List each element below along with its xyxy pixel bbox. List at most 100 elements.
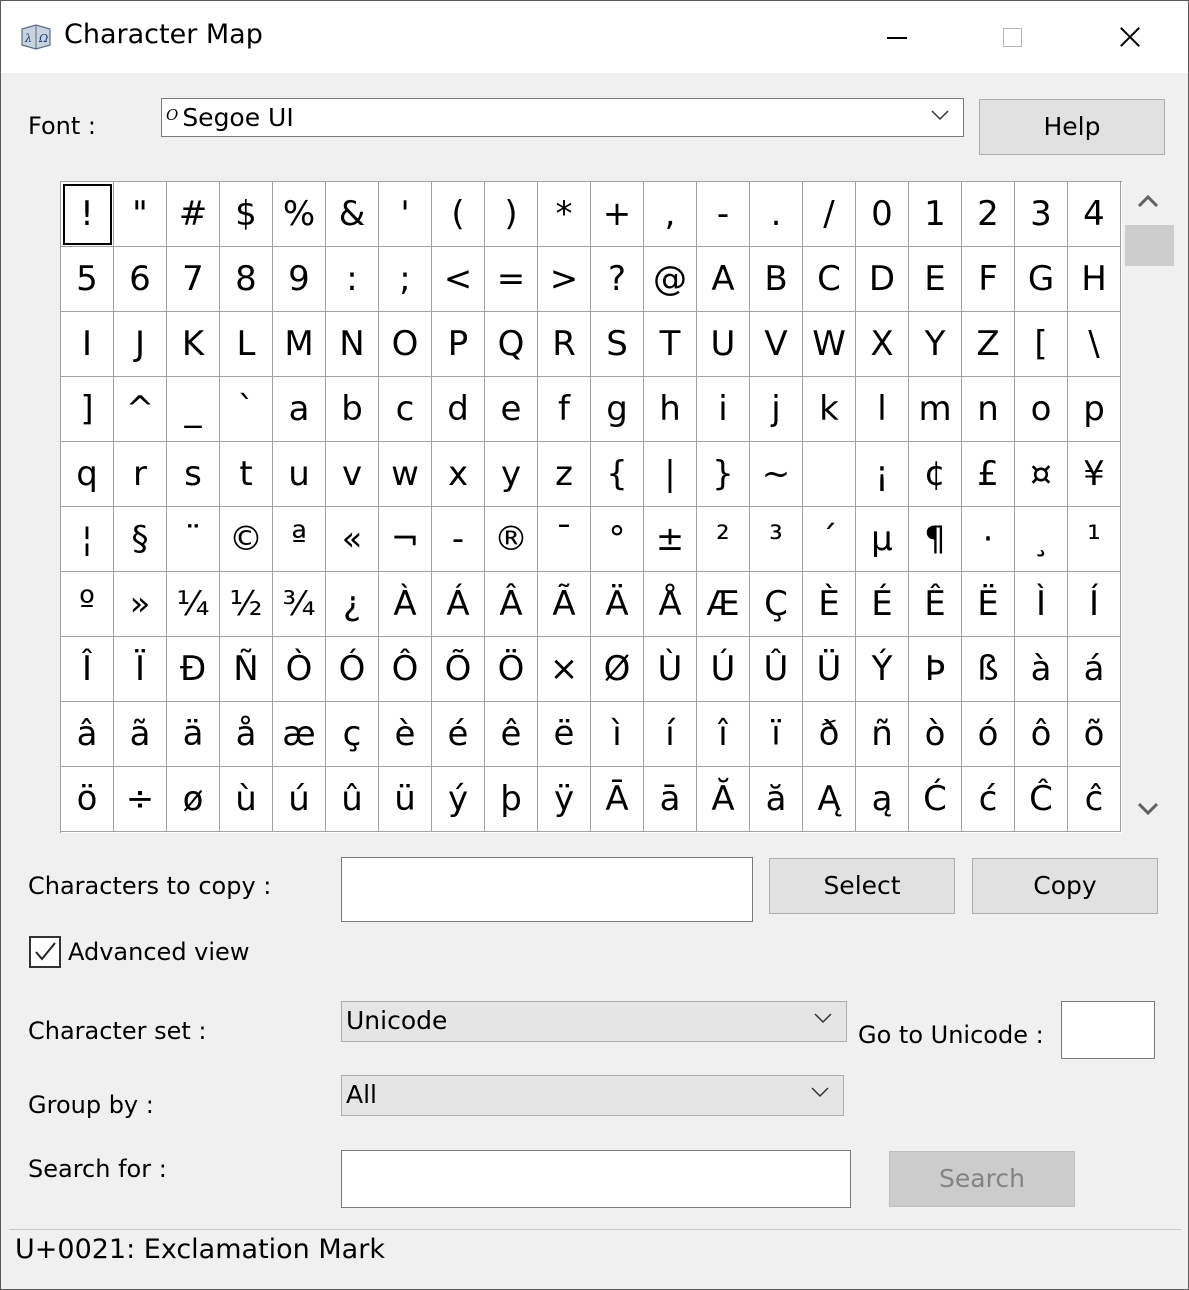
char-cell[interactable]: Ñ (220, 637, 273, 702)
char-cell[interactable]: L (220, 312, 273, 377)
char-cell[interactable]: ± (644, 507, 697, 572)
char-cell[interactable]: _ (167, 377, 220, 442)
char-cell[interactable]: ā (644, 767, 697, 832)
char-cell[interactable]: T (644, 312, 697, 377)
search-input[interactable] (341, 1150, 851, 1208)
char-cell[interactable]: á (1068, 637, 1121, 702)
char-cell[interactable]: ] (61, 377, 114, 442)
scroll-down-arrow-icon[interactable] (1136, 801, 1160, 817)
char-cell[interactable]: y (485, 442, 538, 507)
char-cell[interactable]: : (326, 247, 379, 312)
char-cell[interactable]: ą (856, 767, 909, 832)
char-cell[interactable]: Ý (856, 637, 909, 702)
char-cell[interactable]: ê (485, 702, 538, 767)
char-cell[interactable]: Ë (962, 572, 1015, 637)
char-cell[interactable]: E (909, 247, 962, 312)
char-cell[interactable]: x (432, 442, 485, 507)
char-cell[interactable]: ² (697, 507, 750, 572)
char-cell[interactable]: ª (273, 507, 326, 572)
char-cell[interactable]: Ā (591, 767, 644, 832)
char-cell[interactable]: Y (909, 312, 962, 377)
char-cell[interactable]: ý (432, 767, 485, 832)
char-cell[interactable]: \ (1068, 312, 1121, 377)
char-cell[interactable]: w (379, 442, 432, 507)
char-cell[interactable]: J (114, 312, 167, 377)
char-cell[interactable]: ' (379, 182, 432, 247)
go-to-unicode-input[interactable] (1061, 1001, 1155, 1059)
char-cell[interactable]: Ì (1015, 572, 1068, 637)
char-cell[interactable]: s (167, 442, 220, 507)
char-cell[interactable]: Ï (114, 637, 167, 702)
scroll-thumb[interactable] (1125, 225, 1174, 266)
char-cell[interactable]: < (432, 247, 485, 312)
char-cell[interactable]: A (697, 247, 750, 312)
char-cell[interactable]: p (1068, 377, 1121, 442)
char-cell[interactable]: W (803, 312, 856, 377)
char-cell[interactable]: ´ (803, 507, 856, 572)
char-cell[interactable]: § (114, 507, 167, 572)
char-cell[interactable]: 0 (856, 182, 909, 247)
char-cell[interactable]: K (167, 312, 220, 377)
char-cell[interactable]: 2 (962, 182, 1015, 247)
char-cell[interactable]: ³ (750, 507, 803, 572)
char-cell[interactable]: ĉ (1068, 767, 1121, 832)
char-cell[interactable]: F (962, 247, 1015, 312)
char-cell[interactable]: Z (962, 312, 1015, 377)
char-cell[interactable]: ß (962, 637, 1015, 702)
char-cell[interactable]: . (750, 182, 803, 247)
char-cell[interactable]: î (697, 702, 750, 767)
char-cell[interactable]: À (379, 572, 432, 637)
char-cell[interactable]: + (591, 182, 644, 247)
char-cell[interactable]: ï (750, 702, 803, 767)
char-cell[interactable]: ¦ (61, 507, 114, 572)
char-cell[interactable]: È (803, 572, 856, 637)
char-cell[interactable]: i (697, 377, 750, 442)
char-cell[interactable]: ñ (856, 702, 909, 767)
char-cell[interactable]: ô (1015, 702, 1068, 767)
advanced-view-checkbox[interactable] (29, 936, 61, 968)
character-grid[interactable]: ! " # $% & '() * +, -./0 1 2 3 4 5 6 7 8 9:; < = >? @ A B C D E F G H… (60, 181, 1122, 833)
char-cell[interactable]: ü (379, 767, 432, 832)
char-cell[interactable]: Ö (485, 637, 538, 702)
char-cell[interactable]: Á (432, 572, 485, 637)
char-cell[interactable]: G (1015, 247, 1068, 312)
char-cell[interactable]: ă (750, 767, 803, 832)
char-cell[interactable]: ù (220, 767, 273, 832)
char-cell[interactable]: £ (962, 442, 1015, 507)
char-cell[interactable]: ć (962, 767, 1015, 832)
char-cell[interactable]: ç (326, 702, 379, 767)
char-cell[interactable]: 7 (167, 247, 220, 312)
copy-button[interactable]: Copy (972, 858, 1158, 914)
char-cell[interactable]: 4 (1068, 182, 1121, 247)
char-cell[interactable]: g (591, 377, 644, 442)
char-cell[interactable]: # (167, 182, 220, 247)
char-cell[interactable]: ¢ (909, 442, 962, 507)
char-cell[interactable]: Û (750, 637, 803, 702)
char-cell[interactable]: Î (61, 637, 114, 702)
char-cell[interactable]: µ (856, 507, 909, 572)
char-cell[interactable]: Ð (167, 637, 220, 702)
char-cell[interactable]: 9 (273, 247, 326, 312)
char-cell[interactable]: = (485, 247, 538, 312)
char-cell[interactable]: « (326, 507, 379, 572)
char-cell[interactable]: ÿ (538, 767, 591, 832)
char-cell[interactable]: z (538, 442, 591, 507)
char-cell[interactable]: ½ (220, 572, 273, 637)
char-cell[interactable]: Ò (273, 637, 326, 702)
char-cell[interactable]: » (114, 572, 167, 637)
char-cell[interactable]: Ä (591, 572, 644, 637)
char-cell[interactable]: æ (273, 702, 326, 767)
char-cell[interactable]: Ĉ (1015, 767, 1068, 832)
char-cell[interactable]: a (273, 377, 326, 442)
char-cell[interactable]: - (432, 507, 485, 572)
char-cell[interactable]: ì (591, 702, 644, 767)
char-cell[interactable]: V (750, 312, 803, 377)
char-cell[interactable]: ; (379, 247, 432, 312)
char-cell[interactable]: ä (167, 702, 220, 767)
char-cell[interactable]: × (538, 637, 591, 702)
char-cell[interactable]: ` (220, 377, 273, 442)
char-cell[interactable]: M (273, 312, 326, 377)
char-cell[interactable]: o (1015, 377, 1068, 442)
char-cell[interactable]: Ó (326, 637, 379, 702)
char-cell[interactable]: Þ (909, 637, 962, 702)
